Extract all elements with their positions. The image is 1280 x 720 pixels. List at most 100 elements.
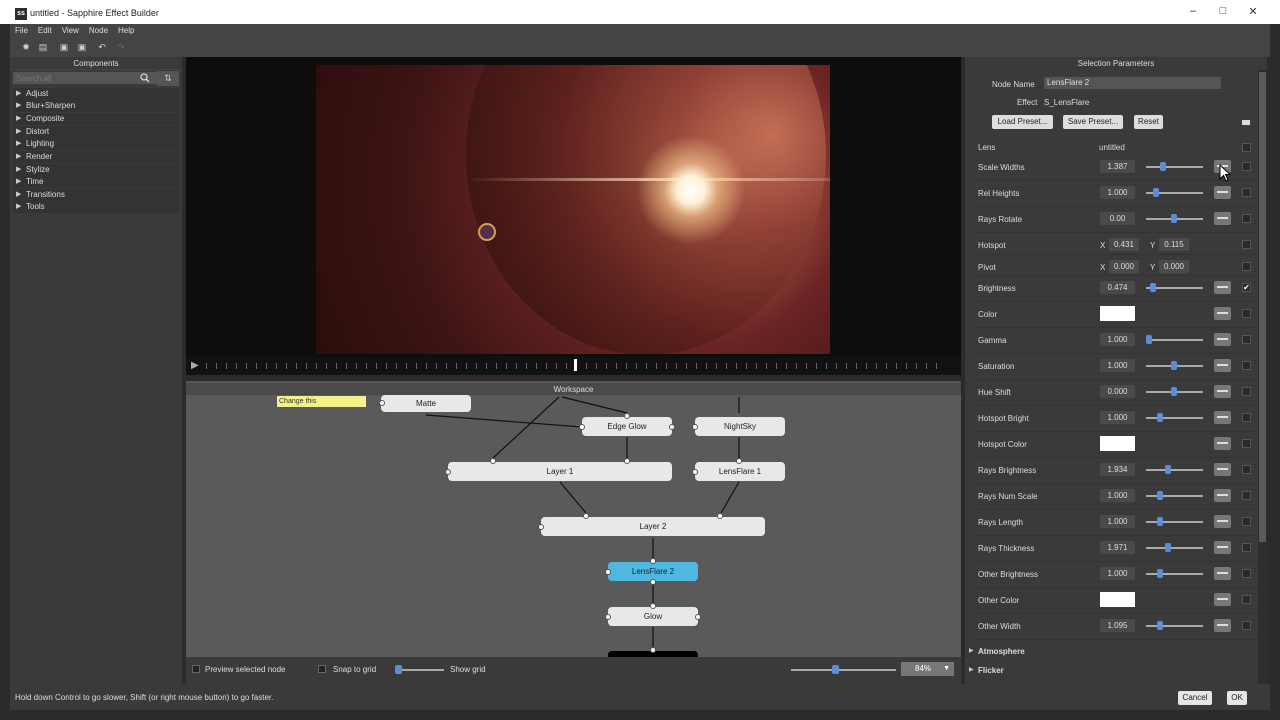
param-animate-checkbox[interactable] — [1242, 595, 1251, 604]
param-slider-knob[interactable] — [1157, 621, 1163, 630]
curve-editor-icon[interactable] — [1214, 333, 1231, 346]
node-layer-2[interactable]: Layer 2 — [541, 517, 765, 536]
node-port[interactable] — [379, 400, 385, 406]
param-value-field[interactable]: 1.000 — [1100, 515, 1135, 528]
minimize-icon[interactable]: – — [1178, 5, 1208, 21]
node-port[interactable] — [736, 458, 742, 464]
param-slider-knob[interactable] — [1146, 335, 1152, 344]
menu-node[interactable]: Node — [84, 24, 113, 37]
param-animate-checkbox[interactable] — [1242, 465, 1251, 474]
load-preset-button[interactable]: Load Preset... — [992, 115, 1053, 129]
node-port[interactable] — [605, 614, 611, 620]
undo-icon[interactable]: ↶ — [97, 42, 107, 52]
param-slider-track[interactable] — [1146, 339, 1203, 341]
param-slider-track[interactable] — [1146, 166, 1203, 168]
curve-editor-icon[interactable] — [1214, 489, 1231, 502]
param-value-field[interactable]: 1.387 — [1100, 160, 1135, 173]
param-slider-knob[interactable] — [1157, 569, 1163, 578]
curve-editor-icon[interactable] — [1214, 463, 1231, 476]
node-matte[interactable]: Matte — [381, 395, 471, 412]
param-slider-knob[interactable] — [1153, 188, 1159, 197]
cancel-button[interactable]: Cancel — [1178, 691, 1212, 705]
node-lensflare-1[interactable]: LensFlare 1 — [695, 462, 785, 481]
param-value-field[interactable]: 1.000 — [1100, 359, 1135, 372]
hotspot-x-field[interactable]: 0.431 — [1109, 238, 1139, 251]
param-value-field[interactable]: 0.00 — [1100, 212, 1135, 225]
category-distort[interactable]: ▶ Distort — [12, 126, 180, 138]
category-time[interactable]: ▶ Time — [12, 176, 180, 188]
timeline[interactable]: ▶ — [186, 357, 961, 375]
curve-editor-icon[interactable] — [1214, 567, 1231, 580]
node-port[interactable] — [669, 424, 675, 430]
curve-editor-icon[interactable] — [1214, 307, 1231, 320]
curve-editor-icon[interactable] — [1214, 593, 1231, 606]
node-port[interactable] — [538, 524, 544, 530]
new-icon[interactable]: ✹ — [21, 42, 31, 52]
scrollbar-thumb[interactable] — [1259, 72, 1266, 542]
grid-slider-knob[interactable] — [395, 665, 402, 674]
param-slider-knob[interactable] — [1157, 413, 1163, 422]
param-slider-knob[interactable] — [1171, 387, 1177, 396]
menu-edit[interactable]: Edit — [33, 24, 57, 37]
search-icon[interactable] — [140, 73, 150, 83]
section-flicker[interactable]: ▶ Flicker — [969, 665, 1259, 677]
param-slider-track[interactable] — [1146, 573, 1203, 575]
pivot-y-field[interactable]: 0.000 — [1159, 260, 1189, 273]
param-animate-checkbox[interactable] — [1242, 309, 1251, 318]
param-value-field[interactable]: 0.474 — [1100, 281, 1135, 294]
param-animate-checkbox[interactable] — [1242, 543, 1251, 552]
save-icon[interactable]: ▣ — [59, 42, 69, 52]
save-as-icon[interactable]: ▣ — [77, 42, 87, 52]
menu-view[interactable]: View — [57, 24, 84, 37]
node-port[interactable] — [692, 469, 698, 475]
param-slider-knob[interactable] — [1157, 491, 1163, 500]
curve-editor-icon[interactable] — [1214, 437, 1231, 450]
param-animate-checkbox[interactable] — [1242, 262, 1251, 271]
zoom-slider-track[interactable] — [791, 669, 896, 671]
param-value-field[interactable]: 1.095 — [1100, 619, 1135, 632]
param-slider-track[interactable] — [1146, 521, 1203, 523]
param-animate-checkbox[interactable] — [1242, 240, 1251, 249]
color-swatch[interactable] — [1100, 306, 1135, 321]
param-value-field[interactable]: 1.971 — [1100, 541, 1135, 554]
node-port[interactable] — [445, 469, 451, 475]
node-port[interactable] — [650, 558, 656, 564]
zoom-dropdown[interactable]: 84% ▼ — [901, 662, 954, 676]
param-slider-track[interactable] — [1146, 495, 1203, 497]
playhead[interactable] — [574, 359, 577, 371]
snap-to-grid-checkbox[interactable] — [318, 665, 326, 673]
param-value-field[interactable]: 1.000 — [1100, 567, 1135, 580]
node-layer-1[interactable]: Layer 1 — [448, 462, 672, 481]
param-animate-checkbox[interactable] — [1242, 569, 1251, 578]
curve-editor-icon[interactable] — [1214, 411, 1231, 424]
curve-editor-icon[interactable] — [1214, 619, 1231, 632]
param-animate-checkbox[interactable] — [1242, 439, 1251, 448]
param-animate-checkbox[interactable] — [1242, 188, 1251, 197]
section-atmosphere[interactable]: ▶ Atmosphere — [969, 646, 1259, 658]
curve-editor-icon[interactable] — [1214, 541, 1231, 554]
curve-editor-icon[interactable] — [1214, 212, 1231, 225]
node-port[interactable] — [624, 413, 630, 419]
param-slider-knob[interactable] — [1165, 465, 1171, 474]
param-animate-checkbox[interactable] — [1242, 517, 1251, 526]
category-tools[interactable]: ▶ Tools — [12, 201, 180, 213]
hotspot-y-field[interactable]: 0.115 — [1159, 238, 1189, 251]
open-icon[interactable]: ▤ — [38, 42, 48, 52]
node-port[interactable] — [624, 458, 630, 464]
param-slider-knob[interactable] — [1160, 162, 1166, 171]
node-name-field[interactable]: LensFlare 2 — [1044, 77, 1221, 89]
redo-icon[interactable]: ↷ — [116, 42, 126, 52]
param-value-field[interactable]: 0.000 — [1100, 385, 1135, 398]
param-slider-track[interactable] — [1146, 625, 1203, 627]
param-slider-track[interactable] — [1146, 469, 1203, 471]
node-nightsky[interactable]: NightSky — [695, 417, 785, 436]
node-port[interactable] — [650, 647, 656, 653]
param-animate-checkbox[interactable] — [1242, 413, 1251, 422]
node-port[interactable] — [695, 614, 701, 620]
param-slider-track[interactable] — [1146, 417, 1203, 419]
preview-viewer[interactable]: ▶ — [186, 57, 961, 375]
node-port[interactable] — [650, 579, 656, 585]
node-port[interactable] — [692, 424, 698, 430]
node-port[interactable] — [579, 424, 585, 430]
node-port[interactable] — [650, 603, 656, 609]
